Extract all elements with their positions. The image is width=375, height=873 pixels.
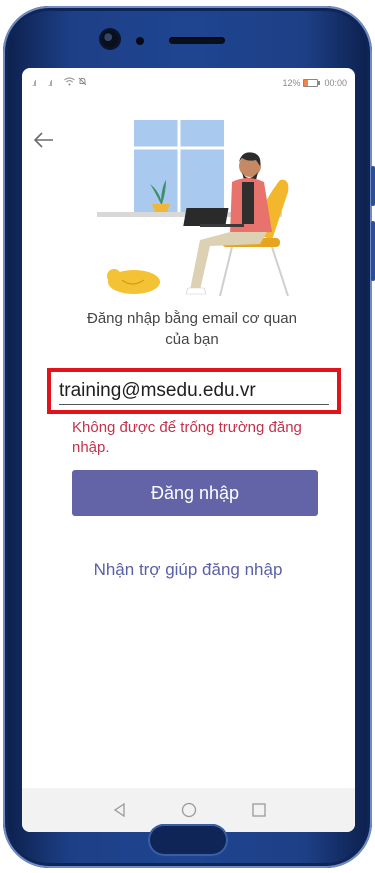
phone-top-bezel: [3, 6, 372, 72]
mute-bell-icon: [78, 77, 87, 86]
phone-frame: .ıl .ıl 12% 00:00 Đăng nhập bằng email c…: [3, 6, 375, 868]
front-camera: [101, 30, 119, 48]
square-recent-icon[interactable]: [249, 800, 269, 820]
email-input[interactable]: [59, 377, 329, 405]
clock: 00:00: [324, 78, 347, 88]
earpiece-speaker: [169, 37, 225, 44]
status-right-group: 12% 00:00: [282, 78, 347, 88]
error-message: Không được để trống trường đăng nhập.: [72, 419, 302, 456]
triangle-back-icon[interactable]: [110, 800, 130, 820]
circle-home-icon[interactable]: [179, 800, 199, 820]
wifi-icon: [64, 77, 75, 86]
proximity-sensor: [136, 37, 144, 45]
laptop: [183, 208, 229, 226]
phone-screen: .ıl .ıl 12% 00:00 Đăng nhập bằng email c…: [22, 68, 355, 832]
highlight-box: [47, 368, 341, 414]
phone-home-button[interactable]: [148, 824, 228, 856]
battery-percent: 12%: [282, 78, 301, 88]
battery-icon: [303, 79, 321, 87]
signal-strength-icon: .ıl: [32, 79, 36, 88]
signal-strength-icon-2: .ıl: [48, 79, 52, 88]
signin-title: Đăng nhập bằng email cơ quan của bạn: [87, 310, 297, 348]
power-button: [371, 221, 375, 281]
back-arrow-icon[interactable]: [32, 128, 56, 152]
status-bar: .ıl .ıl 12% 00:00: [22, 68, 355, 96]
plant-pot: [152, 204, 170, 212]
volume-button: [371, 166, 375, 206]
signin-button[interactable]: Đăng nhập: [72, 470, 318, 516]
signin-illustration: [97, 120, 289, 297]
signin-help-link[interactable]: Nhận trợ giúp đăng nhập: [52, 560, 324, 580]
